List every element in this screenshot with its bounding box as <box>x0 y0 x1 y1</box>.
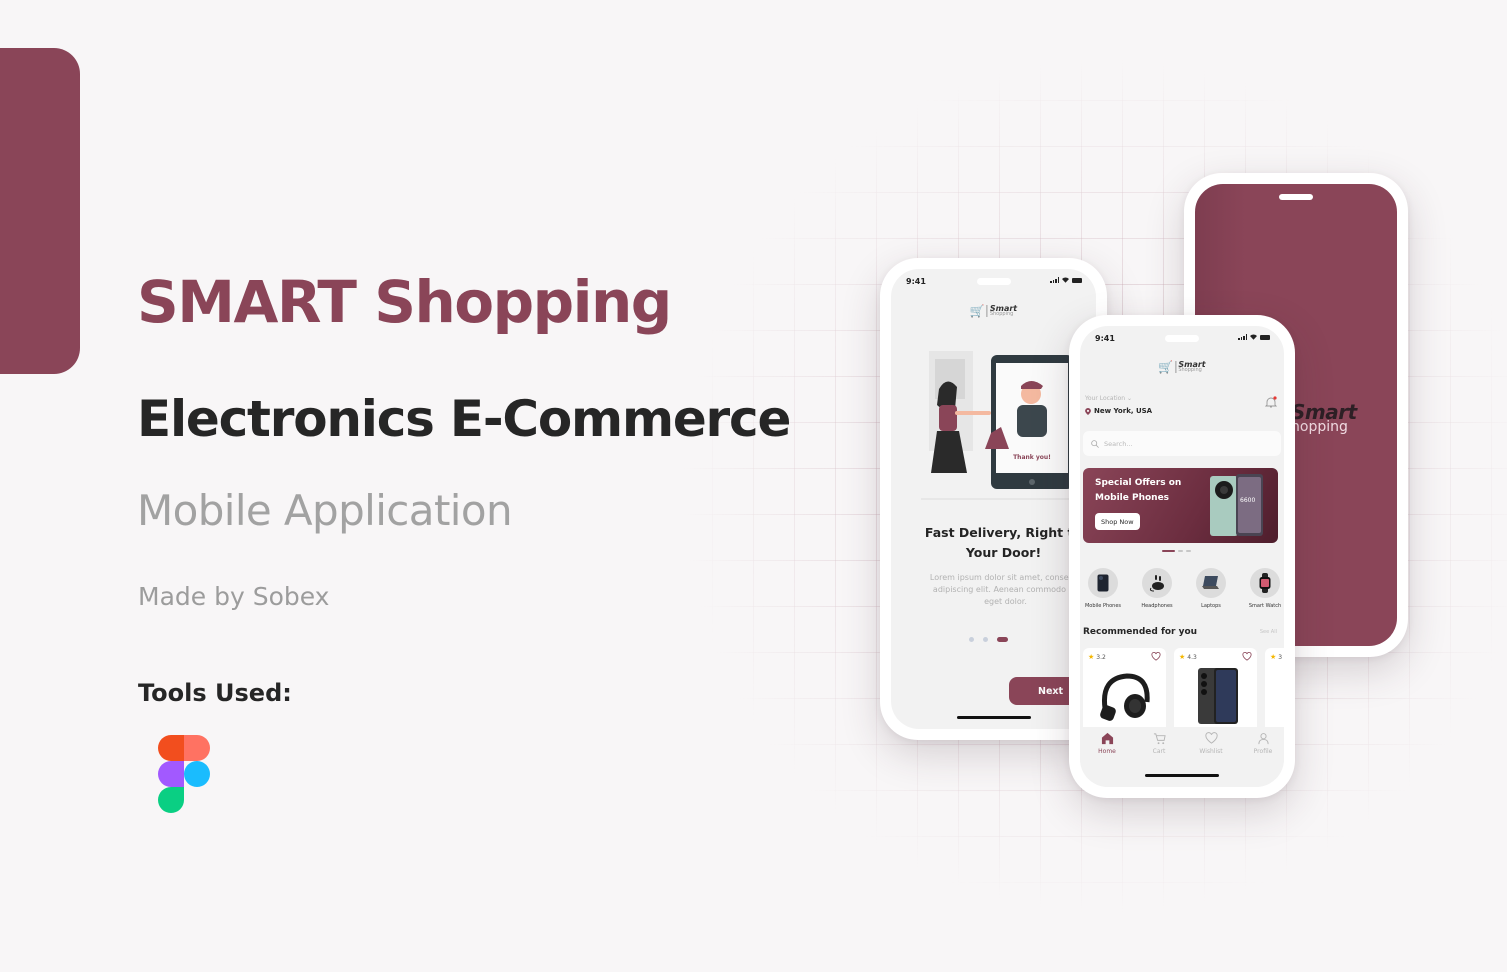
search-icon <box>1091 439 1099 448</box>
heart-icon <box>1204 732 1218 744</box>
wifi-icon <box>1250 334 1257 340</box>
signal-icon <box>1050 277 1059 283</box>
banner-dot-1[interactable] <box>1162 550 1175 552</box>
shop-now-button[interactable]: Shop Now <box>1095 513 1140 530</box>
profile-icon <box>1257 733 1269 745</box>
splash-logo-sub: hopping <box>1291 419 1348 435</box>
see-all-link[interactable]: See All <box>1260 629 1277 635</box>
wifi-icon <box>1062 277 1069 283</box>
headphones-icon <box>1149 575 1164 592</box>
illustration-caption: Thank you! <box>1013 454 1051 461</box>
signal-icon <box>1238 334 1247 340</box>
banner-dot-2[interactable] <box>1178 550 1183 552</box>
tools-label: Tools Used: <box>138 679 292 707</box>
cart-logo-icon: 🛒 <box>1158 360 1174 374</box>
category-laptops[interactable]: Laptops <box>1188 568 1234 609</box>
category-mobile-phones[interactable]: Mobile Phones <box>1080 568 1126 609</box>
status-bar: 9:41 <box>1080 334 1284 346</box>
watch-icon <box>1259 573 1271 593</box>
accent-block <box>0 48 80 374</box>
star-icon: ★ <box>1179 653 1186 661</box>
banner-indicator[interactable] <box>1162 550 1191 552</box>
onboarding-body: Lorem ipsum dolor sit amet, consecte adi… <box>929 573 1082 606</box>
recommended-title: Recommended for you <box>1083 627 1198 637</box>
battery-icon <box>1260 334 1270 340</box>
app-logo: 🛒 Smart Shopping <box>1158 361 1205 373</box>
product-rating: ★ 3 <box>1270 653 1283 661</box>
bottom-tab-bar: Home Cart Wishlist Profile <box>1080 727 1284 787</box>
banner-dot-3[interactable] <box>1186 550 1191 552</box>
battery-icon <box>1072 277 1082 283</box>
notification-bell-icon[interactable] <box>1265 396 1277 409</box>
logo-sub: Shopping <box>989 311 1014 318</box>
phone-icon <box>1097 574 1109 592</box>
tab-home[interactable]: Home <box>1087 732 1127 755</box>
status-time: 9:41 <box>906 277 926 286</box>
onboarding-title: Fast Delivery, Right to Your Door! <box>924 525 1082 560</box>
home-indicator <box>956 716 1031 719</box>
product-rating: ★ 4.3 <box>1179 653 1197 661</box>
hero-author: Made by Sobex <box>138 582 330 611</box>
promo-banner[interactable]: Special Offers on Mobile Phones Shop Now… <box>1083 468 1278 543</box>
headphones-product-image <box>1099 673 1150 721</box>
star-icon: ★ <box>1270 653 1277 661</box>
onboarding-screen: 9:41 🛒 Smart Shopping Thank you! Fast De… <box>891 269 1096 729</box>
laptop-icon <box>1202 576 1219 589</box>
cart-logo-icon: 🛒 <box>969 304 985 318</box>
page-dot-2[interactable] <box>983 637 988 642</box>
home-indicator <box>1145 774 1219 777</box>
cart-icon <box>1153 733 1166 745</box>
home-phone-mockup: 9:41 🛒 Smart Shopping Your Location ⌄ New… <box>1069 315 1295 798</box>
search-input[interactable]: Search... <box>1083 431 1281 456</box>
hero-title: SMART Shopping <box>137 268 672 336</box>
tab-profile[interactable]: Profile <box>1243 732 1283 755</box>
dynamic-island <box>1165 335 1199 342</box>
dynamic-island <box>976 278 1011 285</box>
hero-subtitle: Electronics E-Commerce <box>137 390 791 448</box>
delivery-illustration: Thank you! <box>921 351 1081 500</box>
dynamic-island <box>1279 194 1313 200</box>
tab-wishlist[interactable]: Wishlist <box>1191 732 1231 755</box>
category-headphones[interactable]: Headphones <box>1134 568 1180 609</box>
banner-title: Special Offers on Mobile Phones <box>1095 478 1182 503</box>
hero-tagline: Mobile Application <box>137 486 513 535</box>
status-time: 9:41 <box>1095 334 1115 343</box>
heart-icon[interactable] <box>1242 652 1252 661</box>
page-indicator[interactable] <box>969 637 1008 642</box>
svg-text:6600: 6600 <box>1240 497 1255 504</box>
product-rating: ★ 3.2 <box>1088 653 1106 661</box>
category-list: Mobile Phones Headphones Laptops Smart W… <box>1080 568 1284 609</box>
home-screen: 9:41 🛒 Smart Shopping Your Location ⌄ New… <box>1080 326 1284 787</box>
page-dot-3[interactable] <box>997 637 1008 642</box>
tab-cart[interactable]: Cart <box>1139 732 1179 755</box>
splash-logo: Smart hopping <box>1291 402 1357 434</box>
heart-icon[interactable] <box>1151 652 1161 661</box>
page-dot-1[interactable] <box>969 637 974 642</box>
star-icon: ★ <box>1088 653 1095 661</box>
chevron-down-icon: ⌄ <box>1127 395 1133 402</box>
phone-product-image <box>1197 668 1238 724</box>
location-pin-icon <box>1085 407 1091 415</box>
location-label[interactable]: Your Location ⌄ <box>1085 395 1132 402</box>
figma-icon <box>158 735 210 813</box>
phone-product-image: 6600 <box>1210 474 1263 536</box>
category-smart-watch[interactable]: Smart Watch <box>1242 568 1284 609</box>
location-value[interactable]: New York, USA <box>1085 407 1152 415</box>
status-bar: 9:41 <box>891 277 1096 289</box>
home-icon <box>1101 732 1113 745</box>
search-placeholder: Search... <box>1104 439 1133 448</box>
app-logo: 🛒 Smart Shopping <box>970 305 1017 317</box>
logo-sub: Shopping <box>1178 367 1202 374</box>
